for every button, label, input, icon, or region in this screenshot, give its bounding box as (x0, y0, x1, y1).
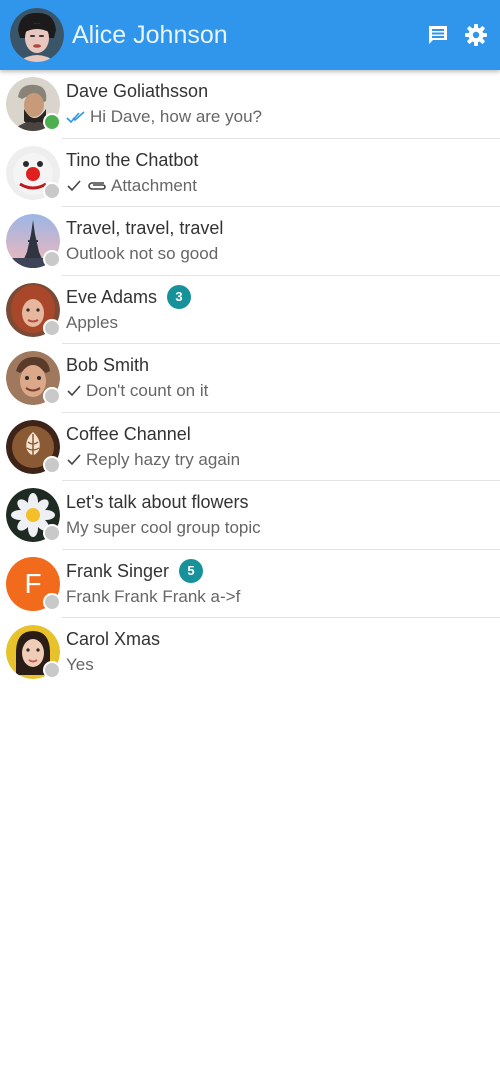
app-header: Alice Johnson (0, 0, 500, 70)
unread-badge: 5 (179, 558, 204, 583)
chat-list: Dave Goliathsson Hi Dave, how are you? T… (0, 70, 500, 687)
chat-last-message: Yes (66, 655, 94, 675)
presence-indicator (43, 592, 61, 611)
chat-name: Frank Singer (66, 560, 170, 581)
gear-icon (465, 24, 487, 46)
presence-indicator (43, 181, 61, 200)
chat-name: Bob Smith (66, 355, 150, 376)
presence-indicator (43, 524, 61, 543)
chat-list-item[interactable]: Coffee Channel Reply hazy try again (0, 413, 500, 482)
chat-name: Dave Goliathsson (66, 81, 209, 102)
chat-name: Travel, travel, travel (66, 218, 224, 239)
unread-badge: 3 (167, 284, 192, 309)
chat-avatar (6, 625, 61, 680)
check-icon (66, 384, 82, 398)
chat-last-message: Frank Frank Frank a->f (66, 586, 241, 606)
chat-last-message: Outlook not so good (66, 244, 219, 264)
chat-list-item[interactable]: Eve Adams 3 Apples (0, 276, 500, 345)
chat-last-message: My super cool group topic (66, 518, 261, 538)
chat-avatar (6, 145, 61, 200)
chat-list-item[interactable]: Let's talk about flowers My super cool g… (0, 481, 500, 550)
chat-list-item[interactable]: Travel, travel, travel Outlook not so go… (0, 207, 500, 276)
chat-last-message: Apples (66, 312, 118, 332)
chat-avatar (6, 282, 61, 337)
user-avatar[interactable] (10, 8, 64, 62)
chat-name: Eve Adams (66, 286, 158, 307)
chat-avatar (6, 419, 61, 474)
new-chat-icon (429, 26, 447, 44)
double-check-icon (66, 110, 86, 124)
header-title: Alice Johnson (72, 20, 228, 49)
chat-last-message: Attachment (111, 175, 197, 195)
chat-last-message: Hi Dave, how are you? (90, 107, 262, 127)
settings-button[interactable] (462, 21, 490, 49)
presence-indicator (43, 661, 61, 680)
chat-list-item[interactable]: Bob Smith Don't count on it (0, 344, 500, 413)
new-chat-button[interactable] (424, 21, 452, 49)
presence-indicator (43, 318, 61, 337)
paperclip-icon (86, 179, 108, 193)
chat-avatar (6, 488, 61, 543)
check-icon (66, 453, 82, 467)
alice-avatar-image (10, 8, 64, 62)
chat-list-item[interactable]: Tino the Chatbot Attachment (0, 139, 500, 208)
chat-name: Carol Xmas (66, 629, 161, 650)
chat-avatar (6, 214, 61, 269)
chat-list-item[interactable]: Carol Xmas Yes (0, 618, 500, 687)
presence-indicator (43, 113, 61, 132)
presence-indicator (43, 250, 61, 269)
chat-last-message: Reply hazy try again (86, 449, 241, 469)
presence-indicator (43, 387, 61, 406)
presence-indicator (43, 455, 61, 474)
chat-list-item[interactable]: F Frank Singer 5 Frank Frank Frank a->f (0, 550, 500, 619)
chat-name: Tino the Chatbot (66, 149, 199, 170)
chat-last-message: Don't count on it (86, 381, 209, 401)
chat-list-item[interactable]: Dave Goliathsson Hi Dave, how are you? (0, 70, 500, 139)
chat-avatar (6, 351, 61, 406)
chat-avatar (6, 77, 61, 132)
chat-name: Let's talk about flowers (66, 492, 249, 513)
chat-app: Alice Johnson Dave Goliathsson Hi Dave, … (0, 0, 500, 1083)
check-icon (66, 179, 82, 193)
chat-avatar: F (6, 556, 61, 611)
chat-name: Coffee Channel (66, 423, 191, 444)
